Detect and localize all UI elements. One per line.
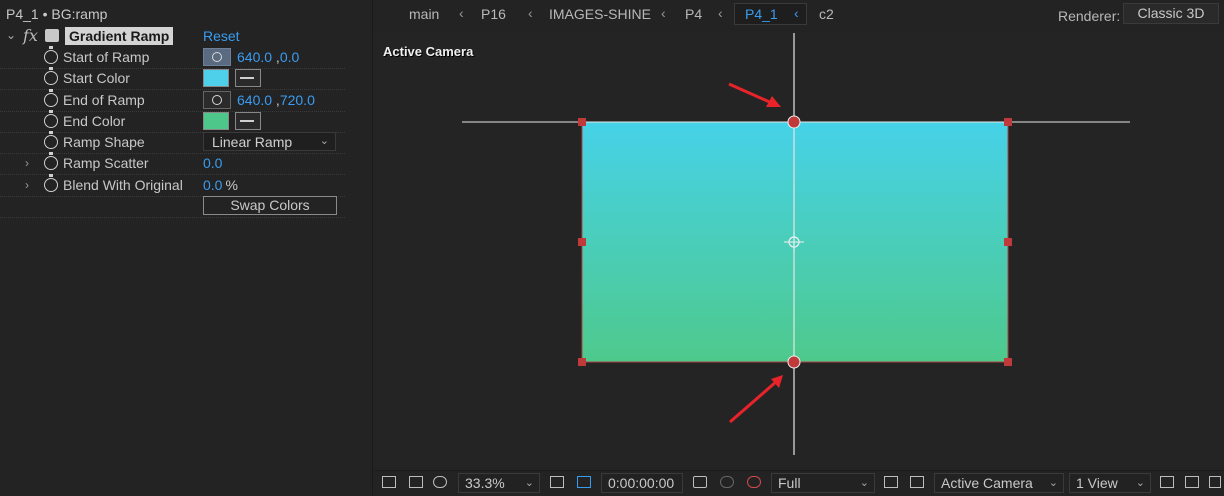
always-preview-icon[interactable] — [382, 476, 396, 488]
ramp-shape-row: Ramp Shape Linear Ramp ⌄ — [0, 131, 345, 154]
stopwatch-icon[interactable] — [44, 46, 58, 64]
end-of-ramp-row: End of Ramp 640.0 ,720.0 — [0, 89, 345, 112]
crumb-images-shine[interactable]: IMAGES-SHINE — [549, 6, 651, 22]
end-color-swatch[interactable] — [203, 112, 229, 130]
transparency-grid-icon[interactable] — [577, 476, 591, 488]
stopwatch-icon[interactable] — [44, 89, 58, 107]
camera-view-dropdown[interactable]: Active Camera ⌄ — [934, 473, 1064, 493]
start-of-ramp-label: Start of Ramp — [63, 49, 150, 65]
effect-controls-title: P4_1 • BG:ramp — [6, 6, 108, 22]
camera-snapshot-icon[interactable] — [693, 476, 707, 488]
monitor-icon[interactable] — [409, 476, 423, 488]
chevron-left-icon: ‹ — [459, 5, 464, 21]
chevron-left-icon: ‹ — [794, 5, 799, 21]
eyedropper-icon[interactable] — [235, 69, 261, 87]
layer-handle[interactable] — [578, 118, 586, 126]
stopwatch-icon[interactable] — [44, 152, 58, 170]
ramp-shape-label: Ramp Shape — [63, 134, 145, 150]
annotation-arrow — [729, 375, 783, 424]
viewer-toolbar: 33.3% ⌄ 0:00:00:00 Full ⌄ Active Camera ⌄ 1… — [373, 470, 1224, 496]
crumb-p4-1[interactable]: P4_1 — [745, 6, 778, 22]
ramp-scatter-label: Ramp Scatter — [63, 155, 149, 171]
position-picker-icon[interactable] — [203, 91, 231, 109]
crumb-p16[interactable]: P16 — [481, 6, 506, 22]
effect-name[interactable]: Gradient Ramp — [65, 27, 174, 45]
layer-handle[interactable] — [1004, 358, 1012, 366]
end-of-ramp-value[interactable]: 640.0 ,720.0 — [237, 92, 315, 108]
stopwatch-icon[interactable] — [44, 174, 58, 192]
start-color-swatch[interactable] — [203, 69, 229, 87]
start-color-label: Start Color — [63, 70, 130, 86]
current-time-field[interactable]: 0:00:00:00 — [601, 473, 683, 493]
crumb-main[interactable]: main — [409, 6, 439, 22]
start-color-row: Start Color — [0, 67, 345, 90]
stopwatch-icon[interactable] — [44, 131, 58, 149]
chevron-down-icon: ⌄ — [1135, 477, 1145, 489]
show-snapshot-icon[interactable] — [720, 476, 734, 488]
blend-with-original-row: › Blend With Original 0.0% — [0, 174, 345, 197]
chevron-down-icon: ⌄ — [859, 477, 869, 489]
effect-controls-panel: P4_1 • BG:ramp ⌄ fx Gradient Ramp Reset … — [0, 0, 345, 495]
comp-breadcrumb: main ‹ P16 ‹ IMAGES-SHINE ‹ P4 ‹ P4_1 ‹ … — [373, 0, 1224, 28]
layer-handle[interactable] — [1004, 118, 1012, 126]
ramp-scatter-value[interactable]: 0.0 — [203, 155, 222, 171]
end-color-row: End Color — [0, 110, 345, 133]
eyedropper-icon[interactable] — [235, 112, 261, 130]
ramp-scatter-row: › Ramp Scatter 0.0 — [0, 152, 345, 175]
layer-overlay[interactable] — [373, 33, 1224, 467]
fx-icon[interactable]: fx — [23, 26, 38, 45]
end-color-label: End Color — [63, 113, 126, 129]
region-of-interest-icon[interactable] — [884, 476, 898, 488]
layer-handle[interactable] — [1004, 238, 1012, 246]
zoom-dropdown[interactable]: 33.3% ⌄ — [458, 473, 540, 493]
composition-viewer: main ‹ P16 ‹ IMAGES-SHINE ‹ P4 ‹ P4_1 ‹ … — [372, 0, 1224, 496]
crumb-c2[interactable]: c2 — [819, 6, 834, 22]
swap-colors-row: Swap Colors — [0, 196, 345, 218]
toggle-pixel-aspect-icon[interactable] — [1160, 476, 1174, 488]
start-of-ramp-point[interactable] — [787, 115, 801, 129]
reset-link[interactable]: Reset — [203, 28, 240, 44]
chevron-down-icon: ⌄ — [319, 135, 329, 147]
chevron-down-icon: ⌄ — [1048, 477, 1058, 489]
channel-icon[interactable] — [747, 476, 761, 488]
chevron-left-icon: ‹ — [718, 5, 723, 21]
twirl-right-icon[interactable]: › — [25, 178, 29, 192]
blend-with-original-label: Blend With Original — [63, 177, 183, 193]
chevron-down-icon: ⌄ — [524, 477, 534, 489]
mask-visibility-icon[interactable] — [433, 476, 447, 488]
resolution-dropdown[interactable]: Full ⌄ — [771, 473, 875, 493]
position-picker-icon[interactable] — [203, 48, 231, 66]
gradient-ramp-header[interactable]: ⌄ fx Gradient Ramp Reset — [0, 26, 345, 46]
stopwatch-icon[interactable] — [44, 110, 58, 128]
renderer-label: Renderer: — [1058, 8, 1121, 24]
stopwatch-icon[interactable] — [44, 67, 58, 85]
start-of-ramp-value[interactable]: 640.0 ,0.0 — [237, 49, 299, 65]
layer-handle[interactable] — [578, 238, 586, 246]
effect-preset-icon — [45, 29, 59, 42]
view-layout-dropdown[interactable]: 1 View ⌄ — [1069, 473, 1151, 493]
annotation-arrow — [728, 82, 781, 107]
fast-previews-icon[interactable] — [1185, 476, 1199, 488]
crumb-p4[interactable]: P4 — [685, 6, 702, 22]
chevron-left-icon: ‹ — [661, 5, 666, 21]
comp-canvas[interactable]: Active Camera — [373, 33, 1224, 467]
twirl-down-icon[interactable]: ⌄ — [6, 28, 16, 42]
safe-margins-icon[interactable] — [550, 476, 564, 488]
chevron-left-icon: ‹ — [528, 5, 533, 21]
transparency-icon[interactable] — [910, 476, 924, 488]
end-of-ramp-label: End of Ramp — [63, 92, 145, 108]
twirl-right-icon[interactable]: › — [25, 156, 29, 170]
renderer-button[interactable]: Classic 3D — [1123, 3, 1219, 24]
layer-handle[interactable] — [578, 358, 586, 366]
timeline-icon[interactable] — [1209, 476, 1221, 488]
swap-colors-button[interactable]: Swap Colors — [203, 196, 337, 215]
end-of-ramp-point[interactable] — [787, 355, 801, 369]
start-of-ramp-row: Start of Ramp 640.0 ,0.0 — [0, 46, 345, 69]
ramp-shape-dropdown[interactable]: Linear Ramp ⌄ — [203, 132, 336, 151]
blend-with-original-value[interactable]: 0.0% — [203, 177, 238, 193]
